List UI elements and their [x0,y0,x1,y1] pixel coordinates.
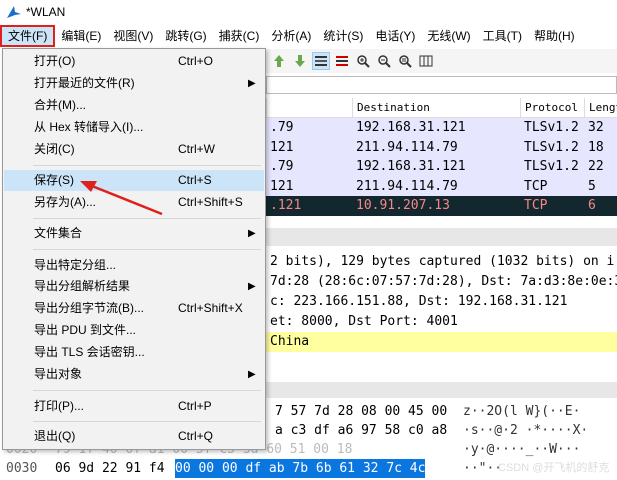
watermark: CSDN @开飞机的舒克 [498,462,610,474]
annotation-arrow-icon [80,181,163,216]
